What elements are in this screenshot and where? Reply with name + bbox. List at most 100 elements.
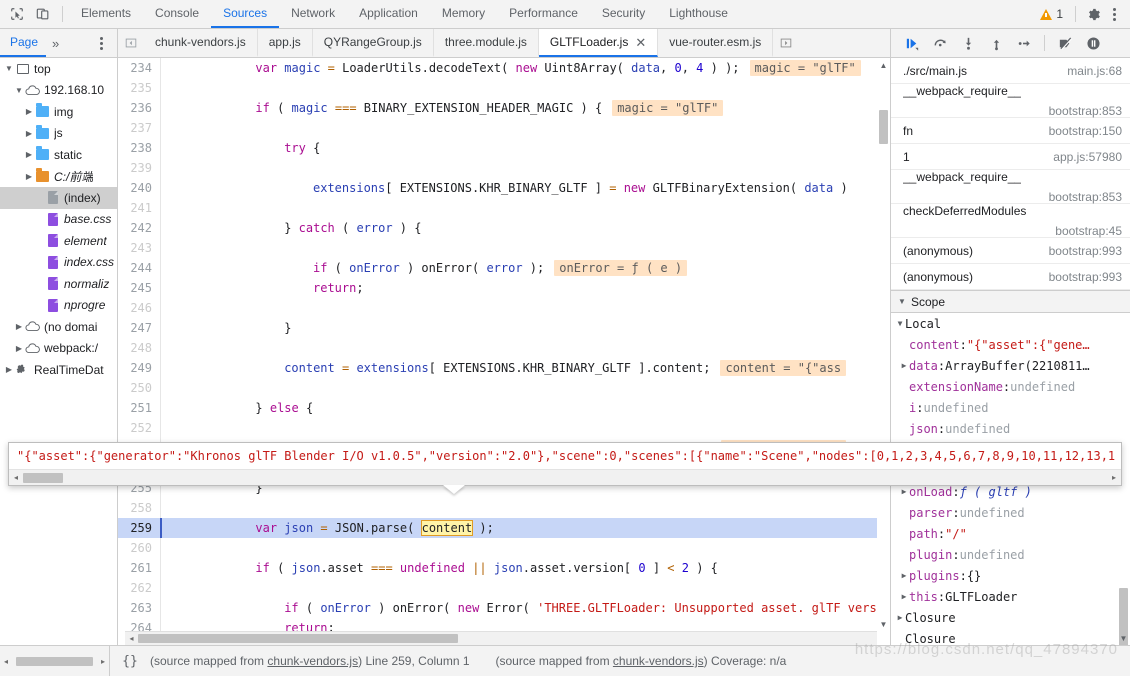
warning-badge[interactable]: 1 [1034,7,1069,21]
object-value-popover[interactable]: "{"asset":{"generator":"Khronos glTF Ble… [8,442,1122,486]
editor-hscroll-thumb[interactable] [138,634,458,643]
code-line[interactable]: 246 [118,298,890,318]
navigator-hscroll-left-icon[interactable]: ◂ [0,646,12,676]
scope-variable[interactable]: i: undefined [891,397,1130,418]
source-mapped-link[interactable]: chunk-vendors.js [267,654,358,668]
call-stack-list[interactable]: ./src/main.js main.js:68 __webpack_require… [891,58,1130,290]
file-tab-three-module-js[interactable]: three.module.js [434,29,539,57]
editor-vscroll-thumb[interactable] [879,110,888,144]
code-line[interactable]: 258 [118,498,890,518]
code-text[interactable] [160,498,890,518]
tree-item--no-domai[interactable]: ▶ (no domai [0,316,117,338]
line-number[interactable]: 240 [118,181,160,195]
navigator-more-tabs[interactable]: » [46,36,65,51]
tree-item-base-css[interactable]: ▶base.css [0,209,117,231]
chevron-down-icon[interactable]: ▼ [13,86,25,95]
chevron-right-icon[interactable]: ▶ [23,150,35,159]
call-stack-frame[interactable]: (anonymous) bootstrap:993 [891,238,1130,264]
call-stack-frame[interactable]: __webpack_require__ bootstrap:853 [891,170,1130,204]
code-line[interactable]: 248 [118,338,890,358]
chevron-right-icon[interactable]: ▶ [23,172,35,181]
code-text[interactable]: if ( onError ) onError( new Error( 'THRE… [160,598,890,618]
line-number[interactable]: 236 [118,101,160,115]
code-text[interactable] [160,78,890,98]
code-line[interactable]: 239 [118,158,890,178]
code-text[interactable]: content = extensions[ EXTENSIONS .KHR_BIN… [160,358,890,378]
code-text[interactable]: if ( onError ) onError( error ); onError … [160,258,890,278]
line-number[interactable]: 261 [118,561,160,575]
file-tab-gltfloader-js[interactable]: GLTFLoader.js ✕ [538,29,659,57]
panel-tab-sources[interactable]: Sources [211,0,280,28]
tab-scroll-right-icon[interactable] [773,29,799,57]
navigator-hscroll-right-icon[interactable]: ▸ [97,646,109,676]
navigator-hscroll-thumb[interactable] [16,656,93,666]
hscroll-left-icon[interactable]: ◂ [125,634,138,643]
scope-variable[interactable]: plugin: undefined [891,544,1130,565]
line-number[interactable]: 252 [118,421,160,435]
debugger-sidebar[interactable]: ./src/main.js main.js:68 __webpack_require… [890,58,1130,645]
scope-closure[interactable]: Closure [891,628,1130,646]
code-line[interactable]: 263 if ( onError ) onError( new Error( 'T… [118,598,890,618]
tree-item-normaliz[interactable]: ▶normaliz [0,273,117,295]
code-text[interactable]: if ( magic === BINARY_EXTENSION_HEADER_M… [160,98,890,118]
chevron-right-icon[interactable]: ▶ [23,129,35,138]
panel-tab-memory[interactable]: Memory [430,0,497,28]
line-number[interactable]: 245 [118,281,160,295]
tree-item-realtimedat[interactable]: ▶ RealTimeDat [0,359,117,381]
line-number[interactable]: 251 [118,401,160,415]
navigator-menu-icon[interactable] [91,32,117,54]
code-text[interactable] [160,418,890,438]
line-number[interactable]: 250 [118,381,160,395]
deactivate-breakpoints-button[interactable] [1052,30,1078,56]
panel-tab-performance[interactable]: Performance [497,0,590,28]
line-number[interactable]: 262 [118,581,160,595]
code-line[interactable]: 241 [118,198,890,218]
editor-vertical-scrollbar[interactable]: ▲ ▼ [877,58,890,631]
code-line[interactable]: 237 [118,118,890,138]
scope-closure[interactable]: ▶ Closure [891,607,1130,628]
debugger-vertical-scrollbar[interactable]: ▼ [1117,58,1130,645]
call-stack-frame[interactable]: __webpack_require__ bootstrap:853 [891,84,1130,118]
code-line[interactable]: 250 [118,378,890,398]
tree-item-c-[interactable]: ▶ C:/前端 [0,166,117,188]
kebab-menu-icon[interactable] [1104,3,1124,25]
panel-tab-lighthouse[interactable]: Lighthouse [657,0,740,28]
panel-tab-elements[interactable]: Elements [69,0,143,28]
editor-horizontal-scrollbar[interactable]: ◂ [125,631,877,645]
tree-item-img[interactable]: ▶ img [0,101,117,123]
step-over-next-function-call-button[interactable] [927,30,953,56]
code-text[interactable]: } catch ( error ) { [160,218,890,238]
panel-tab-network[interactable]: Network [279,0,347,28]
panel-tab-console[interactable]: Console [143,0,211,28]
tab-scroll-left-icon[interactable] [118,29,144,57]
code-line[interactable]: 236 if ( magic === BINARY_EXTENSION_HEADE… [118,98,890,118]
step-button[interactable] [1011,30,1037,56]
device-toolbar-icon[interactable] [30,1,56,27]
code-text[interactable] [160,298,890,318]
code-line[interactable]: 238 try { [118,138,890,158]
coverage-link[interactable]: chunk-vendors.js [613,654,704,668]
line-number[interactable]: 244 [118,261,160,275]
code-line[interactable]: 264 return; [118,618,890,631]
code-line[interactable]: 244 if ( onError ) onError( error ); onErr… [118,258,890,278]
code-text[interactable] [160,118,890,138]
chevron-right-icon[interactable]: ▶ [899,487,909,496]
code-line[interactable]: 240 extensions[ EXTENSIONS .KHR_BINARY_GLT… [118,178,890,198]
chevron-right-icon[interactable]: ▶ [899,361,909,370]
code-text[interactable] [160,338,890,358]
tree-item-top[interactable]: ▼ top [0,58,117,80]
call-stack-frame[interactable]: fn bootstrap:150 [891,118,1130,144]
inspect-cursor-icon[interactable] [4,1,30,27]
chevron-right-icon[interactable]: ▶ [3,365,15,374]
code-line[interactable]: 262 [118,578,890,598]
code-text[interactable]: if ( json .asset === undefined || json .as… [160,558,890,578]
tree-item-index-css[interactable]: ▶index.css [0,252,117,274]
code-text[interactable] [160,238,890,258]
tree-item--index-[interactable]: ▶(index) [0,187,117,209]
pretty-print-button[interactable]: {} [110,654,150,669]
line-number[interactable]: 242 [118,221,160,235]
scope-variable[interactable]: ▶ this: GLTFLoader [891,586,1130,607]
line-number[interactable]: 234 [118,61,160,75]
code-text[interactable]: extensions[ EXTENSIONS .KHR_BINARY_GLTF ]… [160,178,890,198]
chevron-right-icon[interactable]: ▶ [895,613,905,622]
